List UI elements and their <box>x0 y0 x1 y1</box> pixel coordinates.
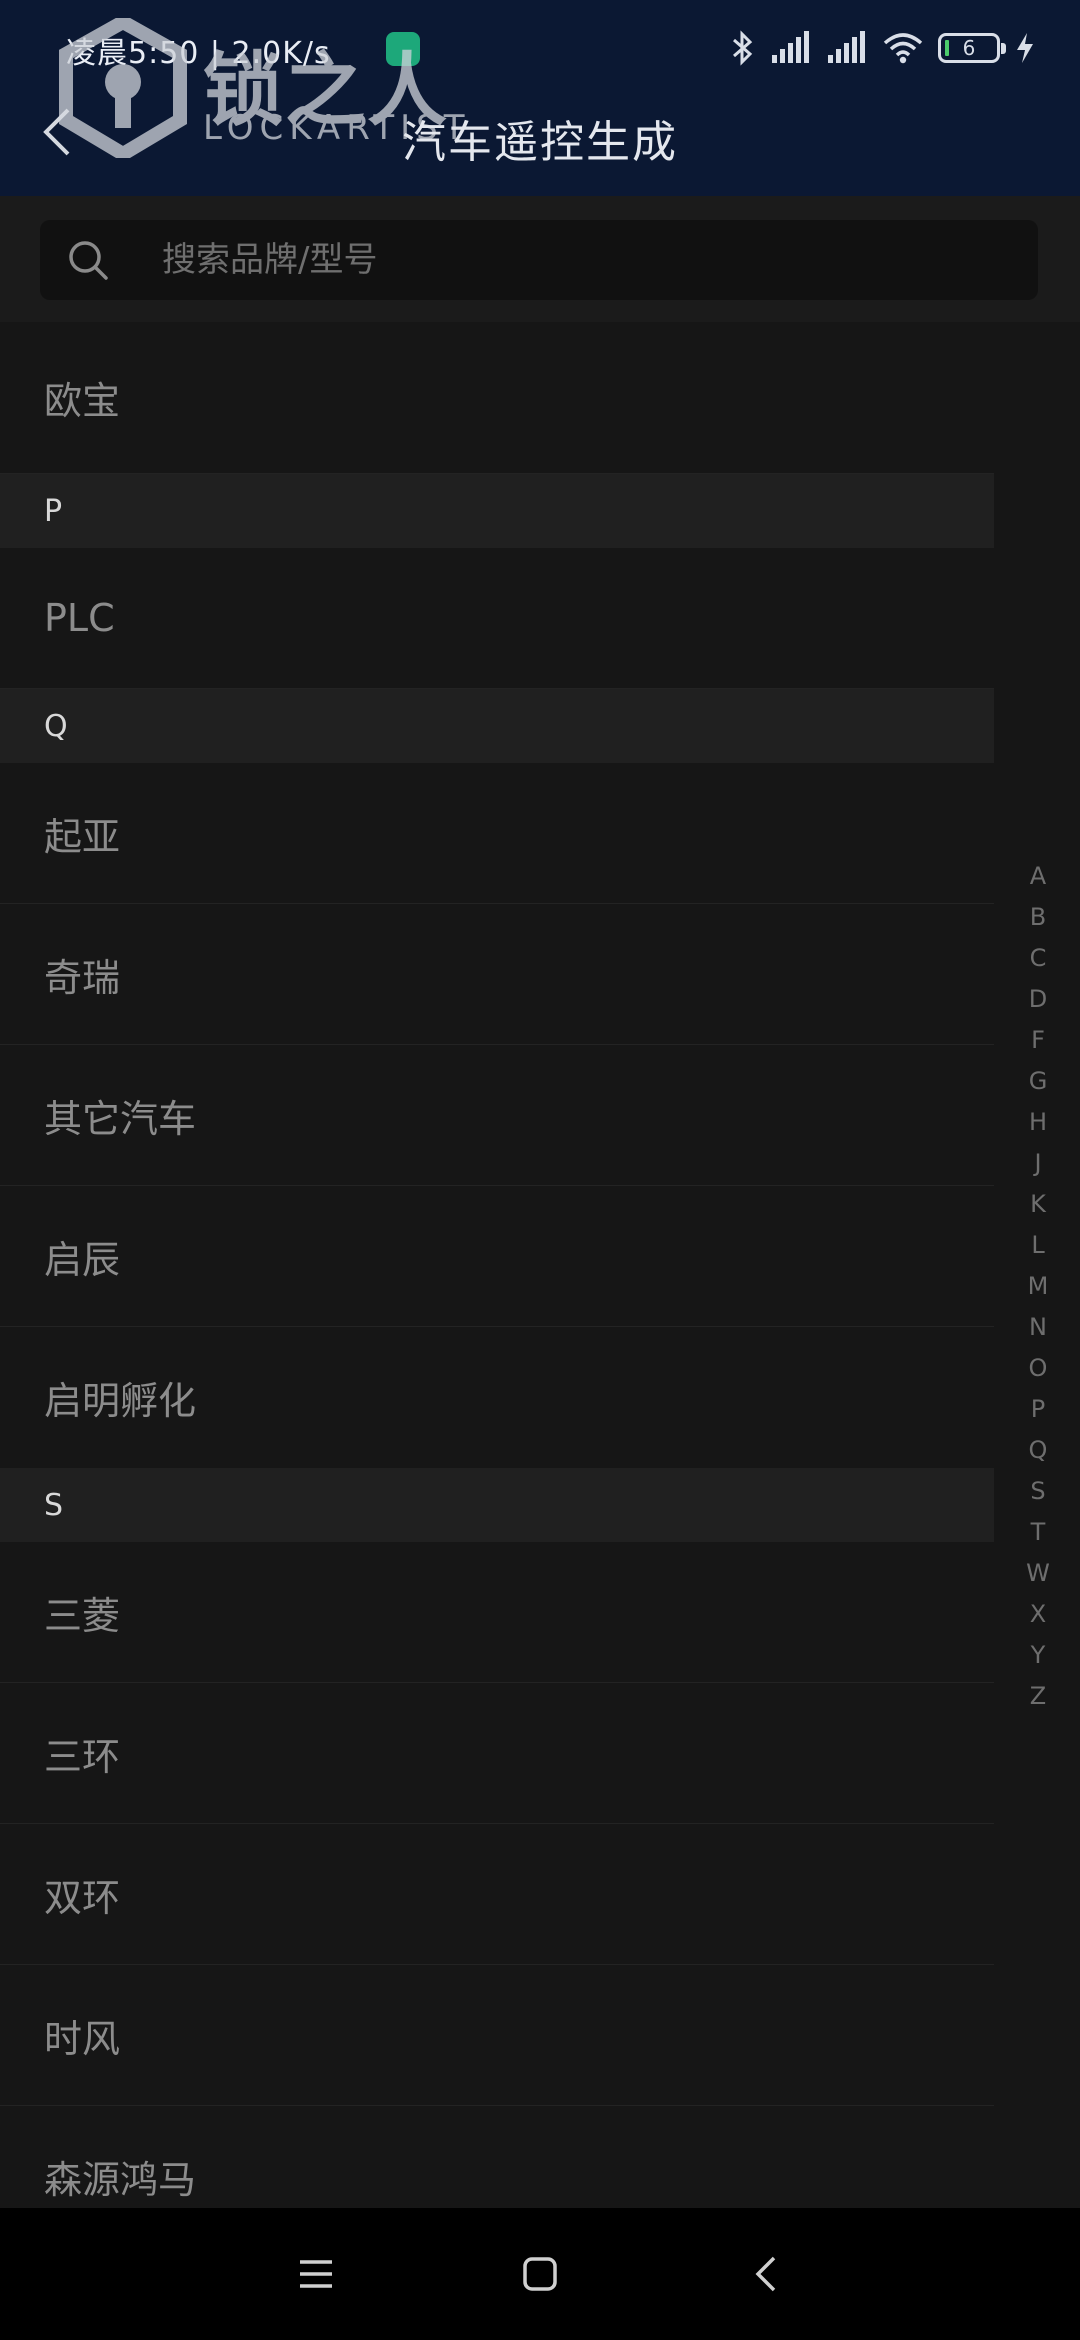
index-letter[interactable]: O <box>1018 1348 1058 1389</box>
search-bar <box>0 196 1080 322</box>
wifi-icon <box>883 33 923 64</box>
home-icon[interactable] <box>514 2248 566 2300</box>
menu-icon[interactable] <box>290 2248 342 2300</box>
search-input[interactable] <box>162 220 1002 300</box>
index-letter[interactable]: S <box>1018 1471 1058 1512</box>
index-letter[interactable]: Q <box>1018 1430 1058 1471</box>
section-header: P <box>0 474 994 548</box>
index-letter[interactable]: K <box>1018 1184 1058 1225</box>
search-box[interactable] <box>40 220 1038 300</box>
list-item[interactable]: 启明孵化 <box>0 1327 994 1468</box>
index-letter[interactable]: A <box>1018 856 1058 897</box>
status-icons: 6 <box>730 26 1036 70</box>
system-navigation-bar <box>0 2208 1080 2340</box>
index-letter[interactable]: C <box>1018 938 1058 979</box>
signal-icon <box>772 31 809 63</box>
list-item[interactable]: 双环 <box>0 1824 994 1965</box>
list-item[interactable]: 其它汽车 <box>0 1045 994 1186</box>
signal-hd-icon <box>828 31 865 63</box>
index-letter[interactable]: X <box>1018 1594 1058 1635</box>
list-item[interactable]: 启辰 <box>0 1186 994 1327</box>
section-header: Q <box>0 689 994 763</box>
battery-icon: 6 <box>938 33 1006 63</box>
list-item[interactable]: 起亚 <box>0 763 994 904</box>
index-letter[interactable]: T <box>1018 1512 1058 1553</box>
index-letter[interactable]: D <box>1018 979 1058 1020</box>
search-icon <box>69 241 108 280</box>
brand-list: 欧宝 P PLC Q 起亚 奇瑞 其它汽车 启辰 启明孵化 S 三菱 三环 双环… <box>0 322 994 2247</box>
list-item[interactable]: PLC <box>0 548 994 689</box>
index-letter[interactable]: W <box>1018 1553 1058 1594</box>
battery-level: 6 <box>962 36 976 60</box>
page: 凌晨5:50 | 2.0K/s 6 锁之人 LOCKARTIST 汽车遥控生成 … <box>0 0 1080 2340</box>
index-letter[interactable]: L <box>1018 1225 1058 1266</box>
back-nav-icon[interactable] <box>742 2248 794 2300</box>
list-item[interactable]: 三菱 <box>0 1542 994 1683</box>
index-letter[interactable]: B <box>1018 897 1058 938</box>
index-letter[interactable]: Z <box>1018 1676 1058 1717</box>
list-item[interactable]: 时风 <box>0 1965 994 2106</box>
index-letter[interactable]: J <box>1018 1143 1058 1184</box>
alphabet-index[interactable]: ABCDFGHJKLMNOPQSTWXYZ <box>1018 856 1058 1717</box>
list-item[interactable]: 三环 <box>0 1683 994 1824</box>
charging-icon <box>1017 33 1033 63</box>
bluetooth-icon <box>733 30 753 66</box>
index-letter[interactable]: F <box>1018 1020 1058 1061</box>
list-item[interactable]: 奇瑞 <box>0 904 994 1045</box>
list-item[interactable]: 欧宝 <box>0 322 994 474</box>
index-letter[interactable]: N <box>1018 1307 1058 1348</box>
app-header: 凌晨5:50 | 2.0K/s 6 锁之人 LOCKARTIST 汽车遥控生成 <box>0 0 1080 196</box>
page-title: 汽车遥控生成 <box>402 117 678 168</box>
index-letter[interactable]: Y <box>1018 1635 1058 1676</box>
index-letter[interactable]: P <box>1018 1389 1058 1430</box>
index-letter[interactable]: G <box>1018 1061 1058 1102</box>
index-letter[interactable]: M <box>1018 1266 1058 1307</box>
index-letter[interactable]: H <box>1018 1102 1058 1143</box>
section-header: S <box>0 1468 994 1542</box>
